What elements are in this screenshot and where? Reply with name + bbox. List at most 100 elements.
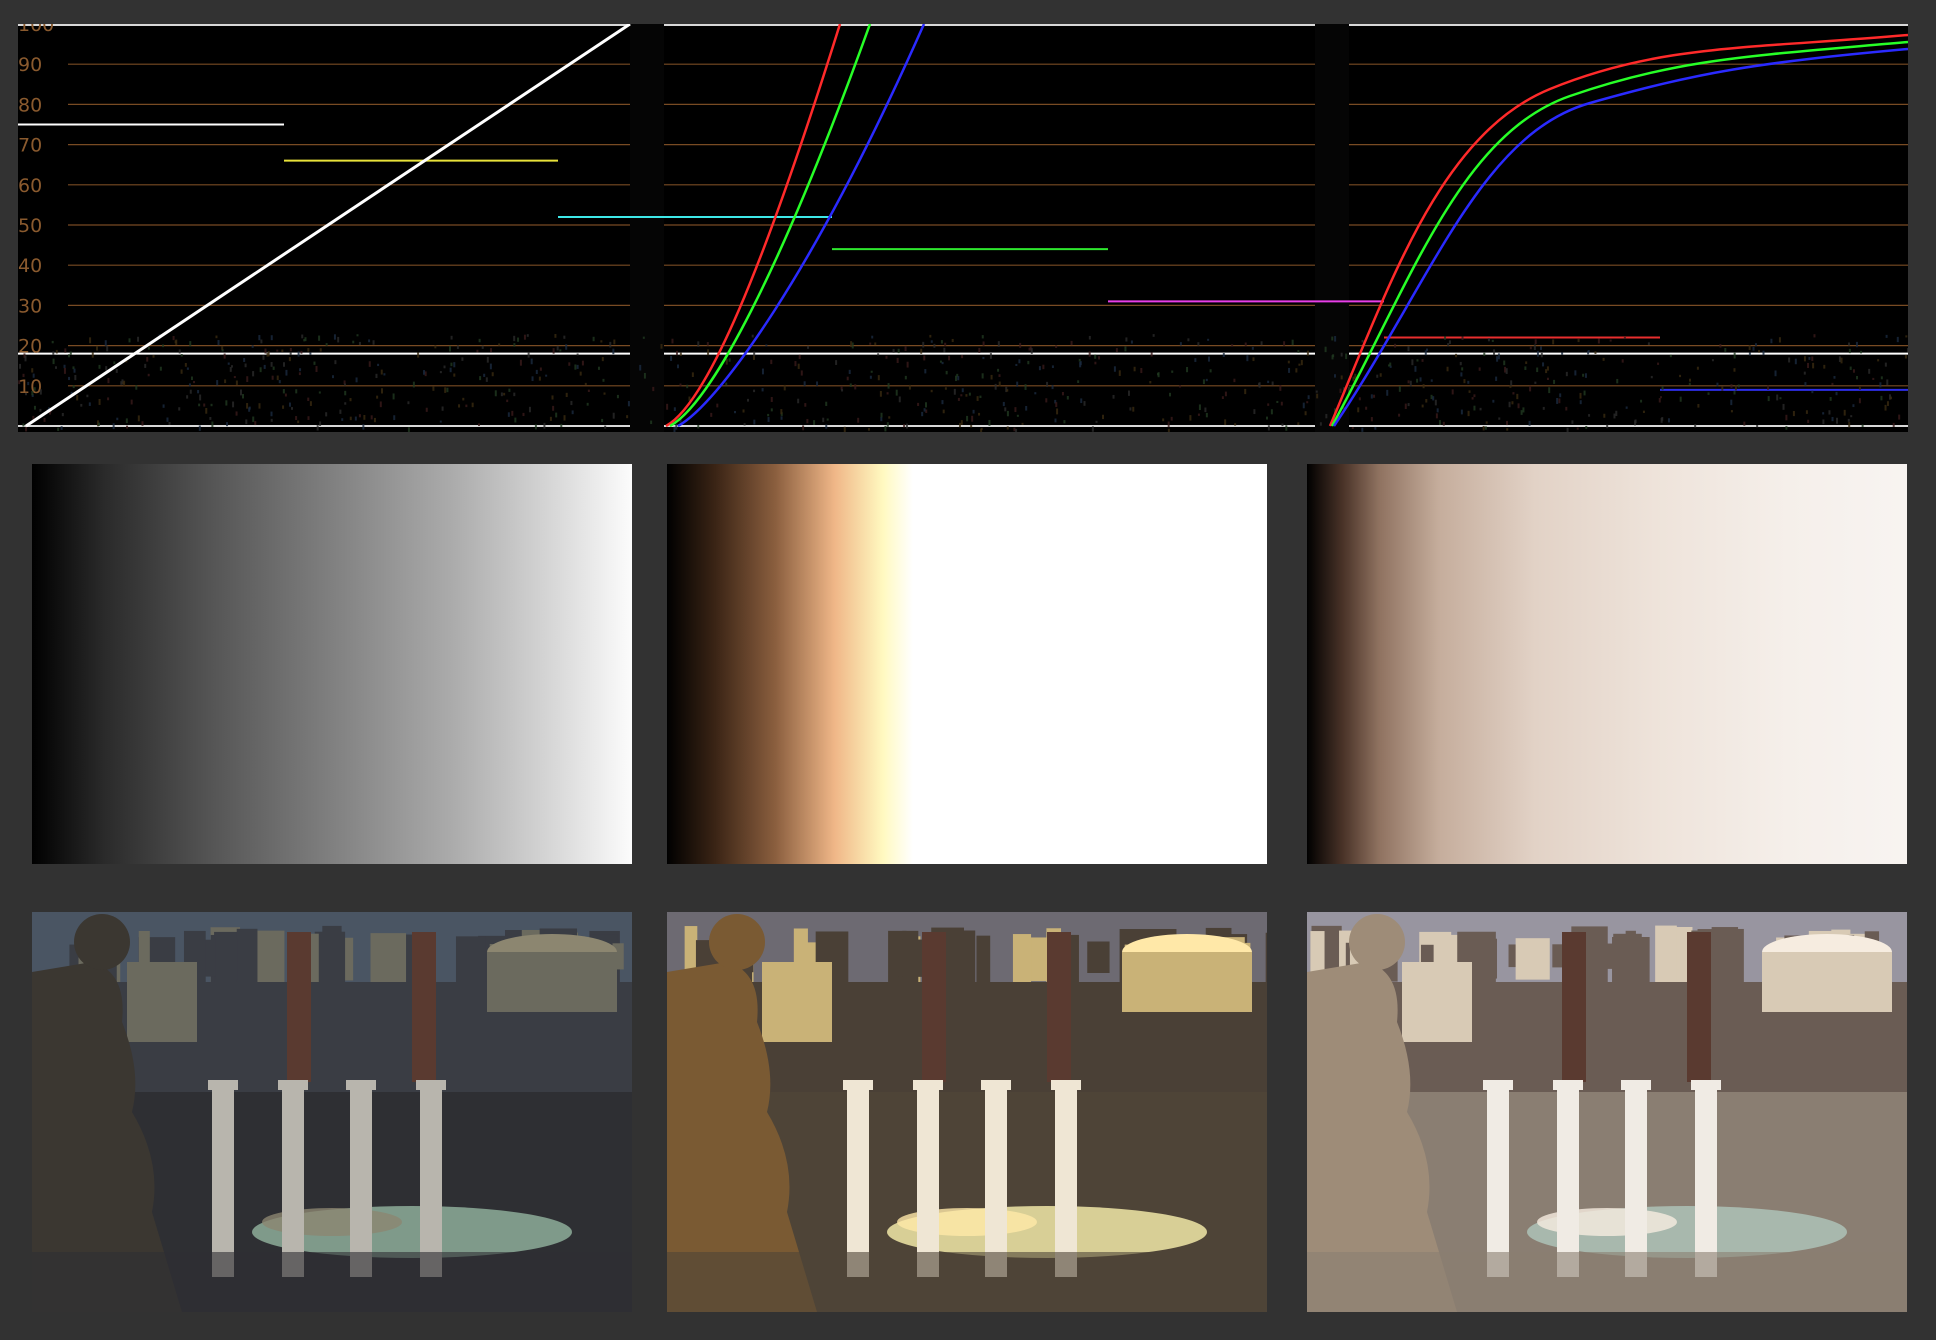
scope-noise [379, 401, 382, 408]
scope-noise [1510, 380, 1513, 386]
scope-noise [857, 417, 860, 423]
scope-noise [751, 334, 754, 338]
scope-noise [1483, 352, 1486, 357]
scope-noise [373, 417, 376, 423]
scope-noise [1762, 350, 1765, 356]
scope-noise [370, 415, 373, 420]
scope-noise [288, 402, 291, 407]
scope-noise [1852, 369, 1855, 373]
scope-noise [904, 375, 907, 380]
scope-noise [816, 381, 819, 387]
scope-noise [126, 425, 129, 429]
skyline-building [455, 936, 486, 984]
scope-noise [1270, 409, 1273, 415]
scope-noise [1451, 389, 1454, 395]
scope-noise [441, 406, 444, 411]
scope-noise [1149, 380, 1152, 384]
scope-noise [1358, 397, 1361, 401]
scope-noise [576, 364, 579, 369]
scope-noise [576, 353, 579, 356]
scope-noise [706, 342, 709, 346]
scope-noise [376, 395, 379, 399]
tower-right [1047, 932, 1071, 1082]
scope-noise [1737, 384, 1740, 388]
scope-noise [586, 402, 589, 406]
scope-noise [1493, 349, 1496, 356]
scope-noise [1435, 413, 1438, 419]
scope-noise [767, 413, 770, 417]
column [1695, 1087, 1717, 1277]
scope-noise [1461, 336, 1464, 341]
scope-noise [1511, 401, 1514, 405]
scope-noise [444, 387, 447, 393]
scope-noise [1785, 414, 1788, 421]
scope-noise [91, 352, 94, 358]
scope-noise [1758, 349, 1761, 353]
scope-noise [1858, 386, 1861, 390]
scope-noise [24, 392, 27, 396]
scope-noise [1890, 396, 1893, 400]
scope-noise [1517, 403, 1520, 409]
scope-noise [263, 364, 266, 369]
scope-noise [1756, 424, 1759, 428]
scope-noise [1339, 388, 1342, 394]
scope-noise [988, 419, 991, 426]
scope-noise [358, 414, 361, 418]
scope-noise [1579, 392, 1582, 399]
scope-noise [1271, 381, 1274, 386]
scope-noise [1711, 359, 1714, 362]
scope-noise [1302, 402, 1305, 409]
scope-noise [485, 377, 488, 382]
scope-noise [1127, 390, 1130, 396]
scope-noise [686, 384, 689, 389]
scope-noise [1748, 345, 1751, 350]
scope-noise [581, 360, 584, 366]
scope-noise [1095, 420, 1098, 423]
scope-noise [563, 415, 566, 421]
tick-label: 80 [18, 94, 42, 116]
scope-noise [1579, 400, 1582, 405]
scope-noise [1848, 348, 1851, 354]
scope-noise [1843, 409, 1846, 416]
scope-noise [1872, 377, 1875, 380]
scope-noise [1340, 352, 1343, 357]
scope-noise [112, 423, 115, 430]
scope-noise [98, 364, 101, 369]
scope-noise [113, 361, 116, 365]
scope-noise [1733, 352, 1736, 359]
scope-noise [1051, 384, 1054, 390]
scope-noise [74, 374, 77, 381]
scope-noise [1813, 334, 1816, 338]
scope-noise [877, 375, 880, 381]
scope-noise [235, 380, 238, 386]
scope-noise [33, 405, 36, 410]
scope-noise [205, 408, 208, 414]
scope-noise [1447, 343, 1450, 347]
scope-noise [1365, 406, 1368, 410]
scope-noise [677, 364, 680, 369]
scope-noise [300, 350, 303, 354]
scope-noise [1307, 395, 1310, 400]
scope-noise [526, 334, 529, 337]
scope-noise [1016, 381, 1019, 387]
scope-noise [259, 367, 262, 373]
skyline-building [976, 935, 991, 985]
scope-noise [508, 388, 511, 392]
scope-noise [1260, 341, 1263, 346]
scope-noise [1409, 380, 1412, 387]
scope-noise [476, 349, 479, 353]
scope-noise [375, 373, 378, 379]
scope-noise [642, 336, 645, 339]
skyline-building [215, 938, 238, 980]
scope-noise [941, 400, 944, 405]
scope-noise [908, 384, 911, 390]
scope-noise [752, 355, 755, 360]
foreground-steps [1307, 1252, 1907, 1312]
scope-noise [278, 380, 281, 384]
scope-noise [1594, 351, 1597, 354]
skyline-building [1515, 938, 1550, 980]
scope-noise [52, 351, 55, 355]
scope-noise [981, 335, 984, 339]
scope-noise [753, 351, 756, 357]
scope-noise [761, 388, 764, 392]
